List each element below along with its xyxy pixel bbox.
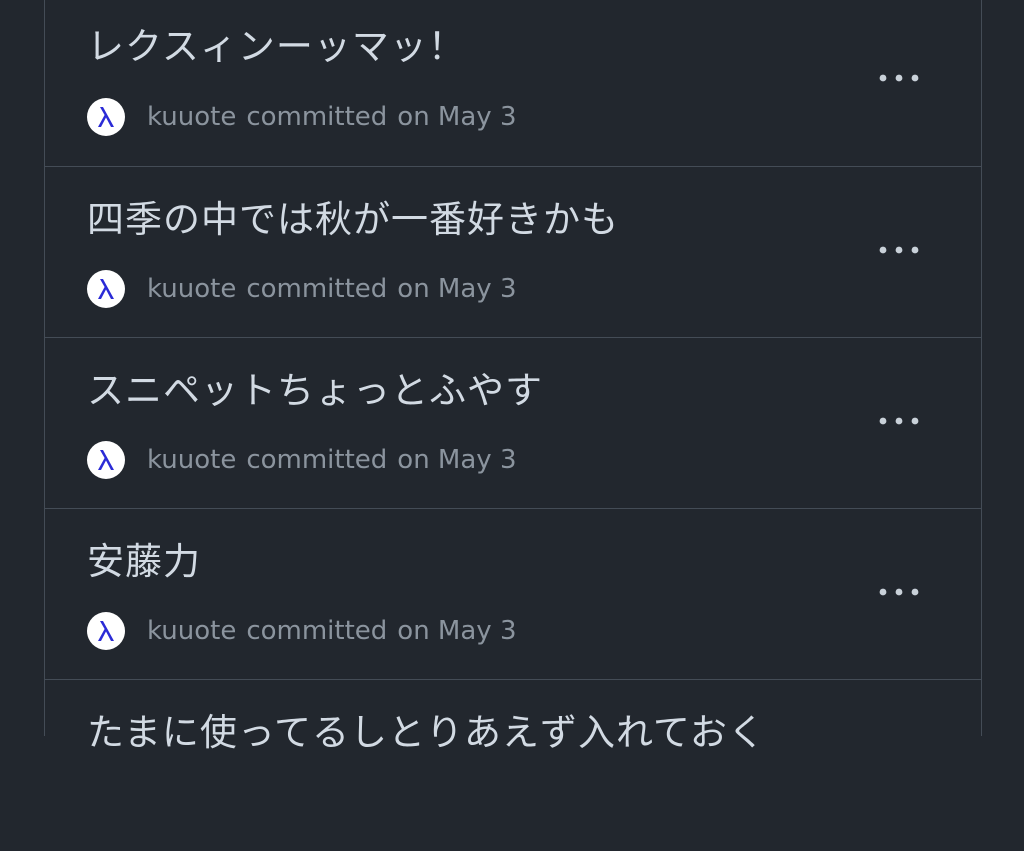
author-avatar[interactable] [87,612,125,650]
commit-action-text: committed [246,274,388,304]
author-link[interactable]: kuuote [147,445,236,475]
kebab-horizontal-icon [879,417,919,425]
lambda-avatar-icon [98,107,114,127]
author-avatar[interactable] [87,270,125,308]
more-options-button[interactable] [871,401,927,441]
author-link[interactable]: kuuote [147,616,236,646]
commit-meta: kuuote committed on May 3 [87,611,517,651]
lambda-avatar-icon [98,279,114,299]
more-options-button[interactable] [871,58,927,98]
commit-row: 安藤力 kuuote committed on May 3 [45,509,981,680]
author-avatar[interactable] [87,441,125,479]
commit-action-text: committed [246,102,388,132]
author-link[interactable]: kuuote [147,274,236,304]
commit-date: on May 3 [397,102,517,132]
commit-action-text: committed [246,616,388,646]
commit-title-link[interactable]: レクスィンーッマッ！ [87,16,466,70]
author-link[interactable]: kuuote [147,102,236,132]
commit-row: レクスィンーッマッ！ kuuote committed on May 3 [45,0,981,167]
commit-title-link[interactable]: 安藤力 [87,531,201,585]
commit-action-text: committed [246,445,388,475]
commit-title-link[interactable]: スニペットちょっとふやす [87,360,543,414]
kebab-horizontal-icon [879,246,919,254]
commit-date: on May 3 [397,274,517,304]
kebab-horizontal-icon [879,74,919,82]
commit-meta: kuuote committed on May 3 [87,269,517,309]
author-avatar[interactable] [87,98,125,136]
commit-date: on May 3 [397,445,517,475]
commit-row: たまに使ってるしとりあえず入れておく [45,680,981,851]
commit-row: スニペットちょっとふやす kuuote committed on May 3 [45,338,981,509]
more-options-button[interactable] [871,572,927,612]
commit-list: レクスィンーッマッ！ kuuote committed on May 3 四季の… [44,0,982,754]
commit-meta: kuuote committed on May 3 [87,440,517,480]
lambda-avatar-icon [98,450,114,470]
kebab-horizontal-icon [879,588,919,596]
more-options-button[interactable] [871,230,927,270]
commit-date: on May 3 [397,616,517,646]
commit-title-link[interactable]: 四季の中では秋が一番好きかも [87,189,619,243]
commit-row: 四季の中では秋が一番好きかも kuuote committed on May 3 [45,167,981,338]
lambda-avatar-icon [98,621,114,641]
commit-meta: kuuote committed on May 3 [87,97,517,137]
commit-title-link[interactable]: たまに使ってるしとりあえず入れておく [87,702,766,756]
